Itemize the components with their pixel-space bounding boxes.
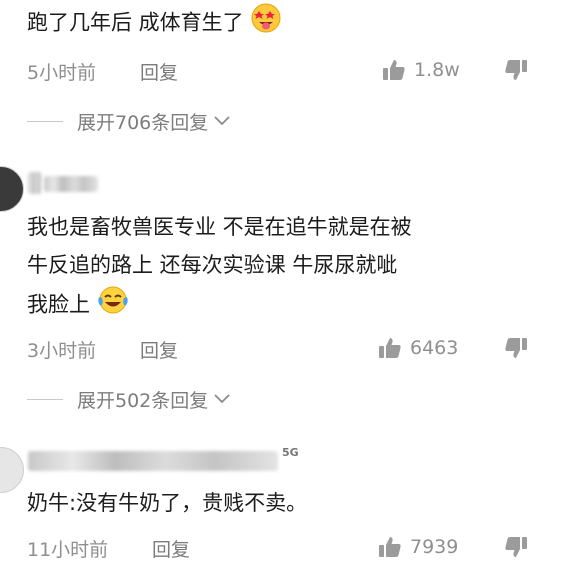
comment-text-1: 跑了几年后 成体育生了 <box>27 10 244 35</box>
like-button-2[interactable]: 6463 <box>378 330 458 366</box>
star-struck-tongue-emoji-icon <box>250 2 282 45</box>
comment-text-3: 奶牛:没有牛奶了，贵贱不卖。 <box>27 491 308 515</box>
comment-text-2-line-2: 牛反追的路上 还每次实验课 牛尿尿就呲 <box>27 253 398 277</box>
like-button-3[interactable]: 7939 <box>378 529 458 565</box>
thumbs-down-icon[interactable] <box>504 58 528 82</box>
thumbs-up-icon <box>379 537 401 557</box>
blurred-username-extra <box>44 176 98 192</box>
thumbs-up-icon <box>379 338 401 358</box>
thumbs-down-icon[interactable] <box>504 535 528 559</box>
thumbs-up-icon <box>383 60 405 80</box>
chevron-down-icon <box>214 116 230 126</box>
expand-replies-2[interactable]: 展开502条回复 <box>27 384 230 414</box>
like-count-1: 1.8w <box>414 59 460 81</box>
divider-line <box>27 120 63 122</box>
expand-replies-label-2: 展开502条回复 <box>77 389 209 412</box>
expand-replies-label-1: 展开706条回复 <box>77 111 209 134</box>
reply-button-1[interactable]: 回复 <box>140 58 178 85</box>
avatar[interactable] <box>0 447 24 493</box>
comment-text-2-line-1: 我也是畜牧兽医专业 不是在追牛就是在被 <box>27 215 412 239</box>
reply-button-2[interactable]: 回复 <box>140 336 178 363</box>
blurred-username <box>28 172 42 194</box>
comment-text-2-line-3: 我脸上 <box>27 292 90 317</box>
like-count-2: 6463 <box>410 337 459 359</box>
tears-of-joy-emoji-icon <box>97 285 129 326</box>
blurred-username <box>28 451 278 471</box>
avatar[interactable] <box>0 166 24 212</box>
signal-label: 5G <box>282 446 299 459</box>
comment-time-2: 3小时前 <box>27 340 97 362</box>
comment-time-3: 11小时前 <box>27 539 109 561</box>
thumbs-down-icon[interactable] <box>504 336 528 360</box>
chevron-down-icon <box>214 394 230 404</box>
expand-replies-1[interactable]: 展开706条回复 <box>27 106 230 136</box>
divider-line <box>27 398 63 400</box>
like-button-1[interactable]: 1.8w <box>382 52 460 88</box>
like-count-3: 7939 <box>410 536 459 558</box>
comment-time-1: 5小时前 <box>27 62 97 84</box>
reply-button-3[interactable]: 回复 <box>152 535 190 562</box>
